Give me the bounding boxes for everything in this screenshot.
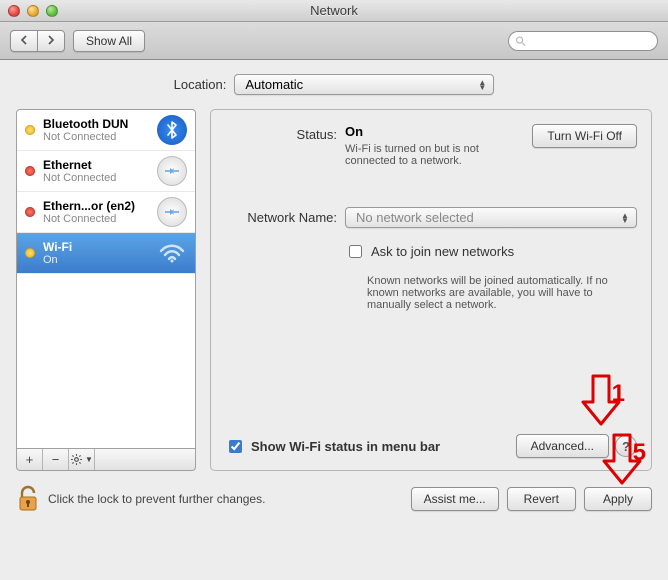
status-note: Wi-Fi is turned on but is not connected … <box>345 143 532 167</box>
add-service-button[interactable]: + <box>17 449 43 470</box>
show-wifi-status-input[interactable] <box>229 440 242 453</box>
nav-forward-button[interactable] <box>37 30 65 52</box>
service-list: Bluetooth DUN Not Connected Ethernet Not… <box>16 109 196 449</box>
apply-button[interactable]: Apply <box>584 487 652 511</box>
advanced-button[interactable]: Advanced... <box>516 434 609 458</box>
status-dot <box>25 207 35 217</box>
updown-arrows-icon: ▲▼ <box>618 213 632 223</box>
service-name: Bluetooth DUN <box>43 117 157 131</box>
chevron-right-icon <box>46 35 56 45</box>
search-icon <box>515 35 526 47</box>
ask-to-join-hint: Known networks will be joined automatica… <box>367 275 627 311</box>
network-name-popup[interactable]: No network selected ▲▼ <box>345 207 637 228</box>
service-status: Not Connected <box>43 213 157 225</box>
ethernet-icon <box>157 156 187 186</box>
turn-wifi-off-button[interactable]: Turn Wi-Fi Off <box>532 124 637 148</box>
status-dot <box>25 248 35 258</box>
chevron-down-icon: ▼ <box>85 455 93 464</box>
toolbar: Show All <box>0 22 668 60</box>
service-name: Ethern...or (en2) <box>43 199 157 213</box>
detail-pane: Status: On Wi-Fi is turned on but is not… <box>210 109 652 471</box>
revert-button[interactable]: Revert <box>507 487 576 511</box>
help-button[interactable]: ? <box>615 435 637 457</box>
show-all-button[interactable]: Show All <box>73 30 145 52</box>
status-dot <box>25 125 35 135</box>
gear-icon <box>70 453 83 466</box>
window-close-button[interactable] <box>8 5 20 17</box>
ask-to-join-label: Ask to join new networks <box>371 244 514 259</box>
show-wifi-status-checkbox[interactable]: Show Wi-Fi status in menu bar <box>225 437 440 456</box>
ethernet-icon <box>157 197 187 227</box>
window-title: Network <box>0 3 668 18</box>
search-input[interactable] <box>526 33 651 49</box>
sidebar-item-ethernet-en2[interactable]: Ethern...or (en2) Not Connected <box>17 192 195 233</box>
sidebar-item-ethernet[interactable]: Ethernet Not Connected <box>17 151 195 192</box>
ask-to-join-input[interactable] <box>349 245 362 258</box>
service-status: Not Connected <box>43 131 157 143</box>
sidebar-item-wifi[interactable]: Wi-Fi On <box>17 233 195 274</box>
status-value: On <box>345 124 532 139</box>
lock-text: Click the lock to prevent further change… <box>48 492 265 506</box>
service-status: On <box>43 254 157 266</box>
network-name-value: No network selected <box>356 210 474 225</box>
service-list-toolbar: + − ▼ <box>16 449 196 471</box>
location-popup[interactable]: Automatic ▲▼ <box>234 74 494 95</box>
status-dot <box>25 166 35 176</box>
service-status: Not Connected <box>43 172 157 184</box>
search-field[interactable] <box>508 31 658 51</box>
chevron-left-icon <box>19 35 29 45</box>
service-name: Ethernet <box>43 158 157 172</box>
lock-icon[interactable] <box>16 485 40 513</box>
updown-arrows-icon: ▲▼ <box>475 80 489 90</box>
bluetooth-icon <box>157 115 187 145</box>
remove-service-button[interactable]: − <box>43 449 69 470</box>
window-minimize-button[interactable] <box>27 5 39 17</box>
nav-back-button[interactable] <box>10 30 37 52</box>
location-label: Location: <box>174 77 227 92</box>
ask-to-join-checkbox[interactable]: Ask to join new networks <box>345 242 637 261</box>
location-value: Automatic <box>245 77 303 92</box>
assist-me-button[interactable]: Assist me... <box>411 487 499 511</box>
window-zoom-button[interactable] <box>46 5 58 17</box>
service-name: Wi-Fi <box>43 240 157 254</box>
service-actions-button[interactable]: ▼ <box>69 449 95 470</box>
wifi-icon <box>157 238 187 268</box>
status-label: Status: <box>225 124 345 142</box>
network-name-label: Network Name: <box>225 207 345 225</box>
sidebar-item-bluetooth-dun[interactable]: Bluetooth DUN Not Connected <box>17 110 195 151</box>
show-wifi-status-label: Show Wi-Fi status in menu bar <box>251 439 440 454</box>
